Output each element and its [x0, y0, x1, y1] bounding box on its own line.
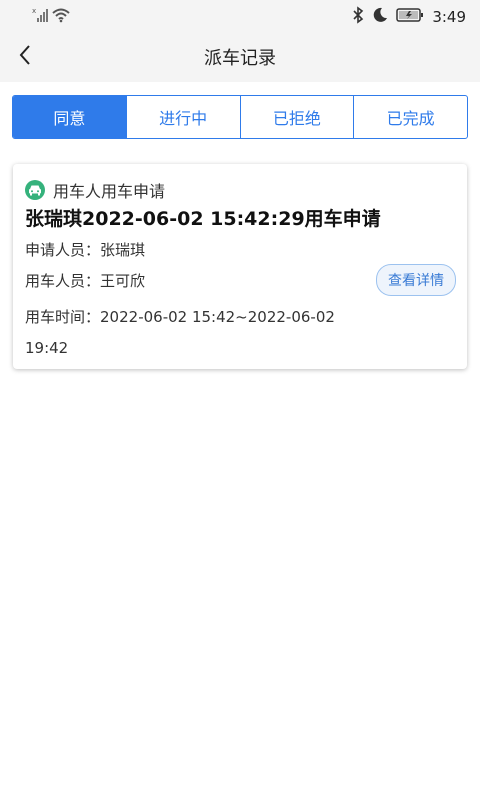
- status-right: 3:49: [352, 6, 466, 28]
- tab-agreed[interactable]: 同意: [13, 96, 127, 138]
- signal-icon: x: [32, 7, 48, 27]
- car-icon: [25, 180, 45, 200]
- status-bar: x 3:49: [0, 0, 480, 32]
- time-label: 用车时间：: [25, 308, 101, 326]
- battery-icon: [396, 7, 424, 27]
- applicant-row: 申请人员： 张瑞琪: [25, 239, 145, 260]
- wifi-icon: [52, 7, 70, 27]
- page-title: 派车记录: [204, 48, 276, 69]
- status-time: 3:49: [432, 8, 466, 26]
- user-value: 王可欣: [100, 272, 146, 290]
- moon-icon: [372, 7, 388, 27]
- bluetooth-icon: [352, 6, 364, 28]
- record-type: 用车人用车申请: [25, 178, 165, 202]
- nav-bar: 派车记录: [0, 32, 480, 82]
- tab-rejected[interactable]: 已拒绝: [241, 96, 355, 138]
- time-row: 用车时间：2022-06-02 15:42~2022-06-02 19:42: [25, 302, 365, 364]
- record-title: 张瑞琪2022-06-02 15:42:29用车申请: [25, 208, 381, 230]
- applicant-label: 申请人员：: [25, 241, 101, 259]
- applicant-value: 张瑞琪: [100, 241, 146, 259]
- view-details-button[interactable]: 查看详情: [376, 264, 456, 296]
- user-row: 用车人员： 王可欣: [25, 270, 145, 291]
- record-card[interactable]: 用车人用车申请 张瑞琪2022-06-02 15:42:29用车申请 申请人员：…: [13, 164, 467, 369]
- svg-text:x: x: [32, 7, 36, 15]
- record-type-label: 用车人用车申请: [53, 182, 166, 201]
- status-left: x: [32, 7, 70, 27]
- tab-in-progress[interactable]: 进行中: [127, 96, 241, 138]
- user-label: 用车人员：: [25, 272, 101, 290]
- tab-completed[interactable]: 已完成: [354, 96, 467, 138]
- status-tabs: 同意 进行中 已拒绝 已完成: [12, 95, 468, 139]
